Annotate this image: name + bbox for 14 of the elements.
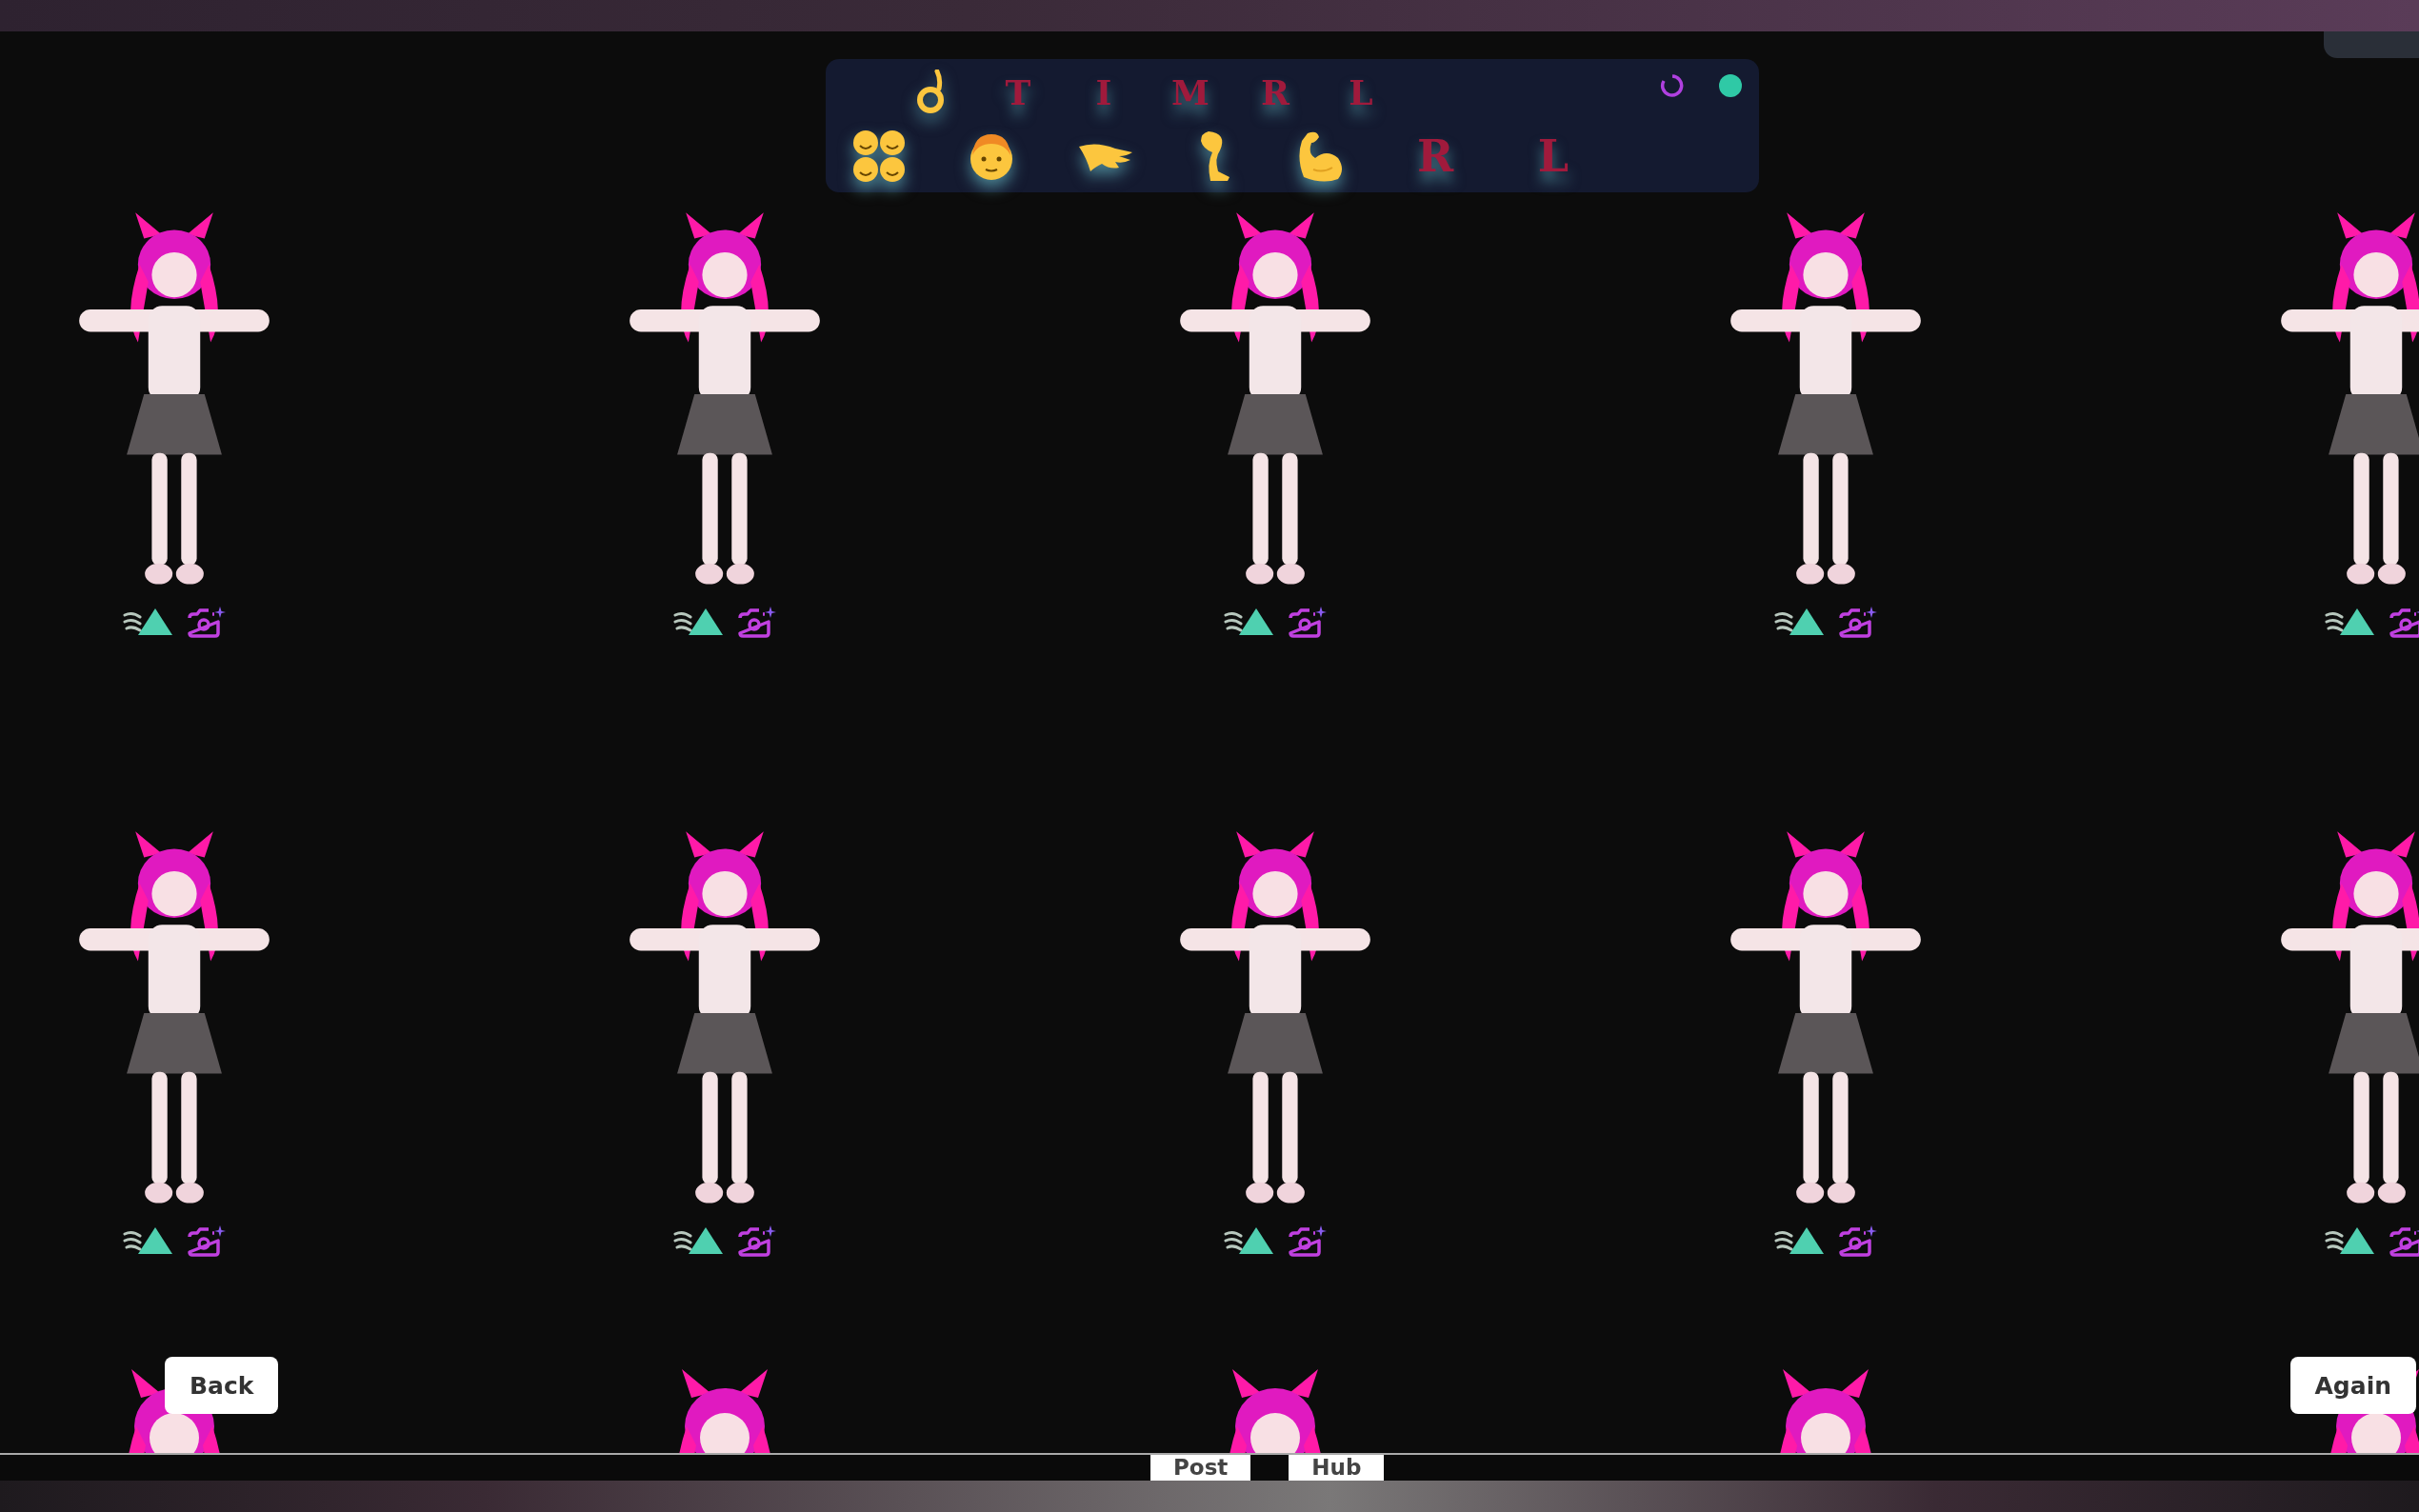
side-letter[interactable]: L — [1525, 130, 1582, 182]
part-letter[interactable]: L — [1343, 72, 1379, 112]
part-letter[interactable]: R — [1257, 72, 1293, 112]
part-letter[interactable]: T — [1000, 72, 1036, 112]
part-letter[interactable]: I — [1086, 72, 1122, 112]
bottom-tab[interactable]: Hub — [1289, 1455, 1385, 1481]
status-dot — [1719, 74, 1742, 97]
smiley-faces-icon[interactable] — [852, 129, 906, 183]
again-button[interactable]: Again — [2289, 1357, 2416, 1414]
bottom-tab[interactable]: Post — [1150, 1455, 1251, 1481]
side-letter[interactable]: R — [1407, 130, 1464, 182]
part-letter[interactable]: M — [1171, 72, 1208, 112]
loading-ring-icon — [1660, 73, 1685, 98]
back-button[interactable]: Back — [165, 1357, 279, 1414]
